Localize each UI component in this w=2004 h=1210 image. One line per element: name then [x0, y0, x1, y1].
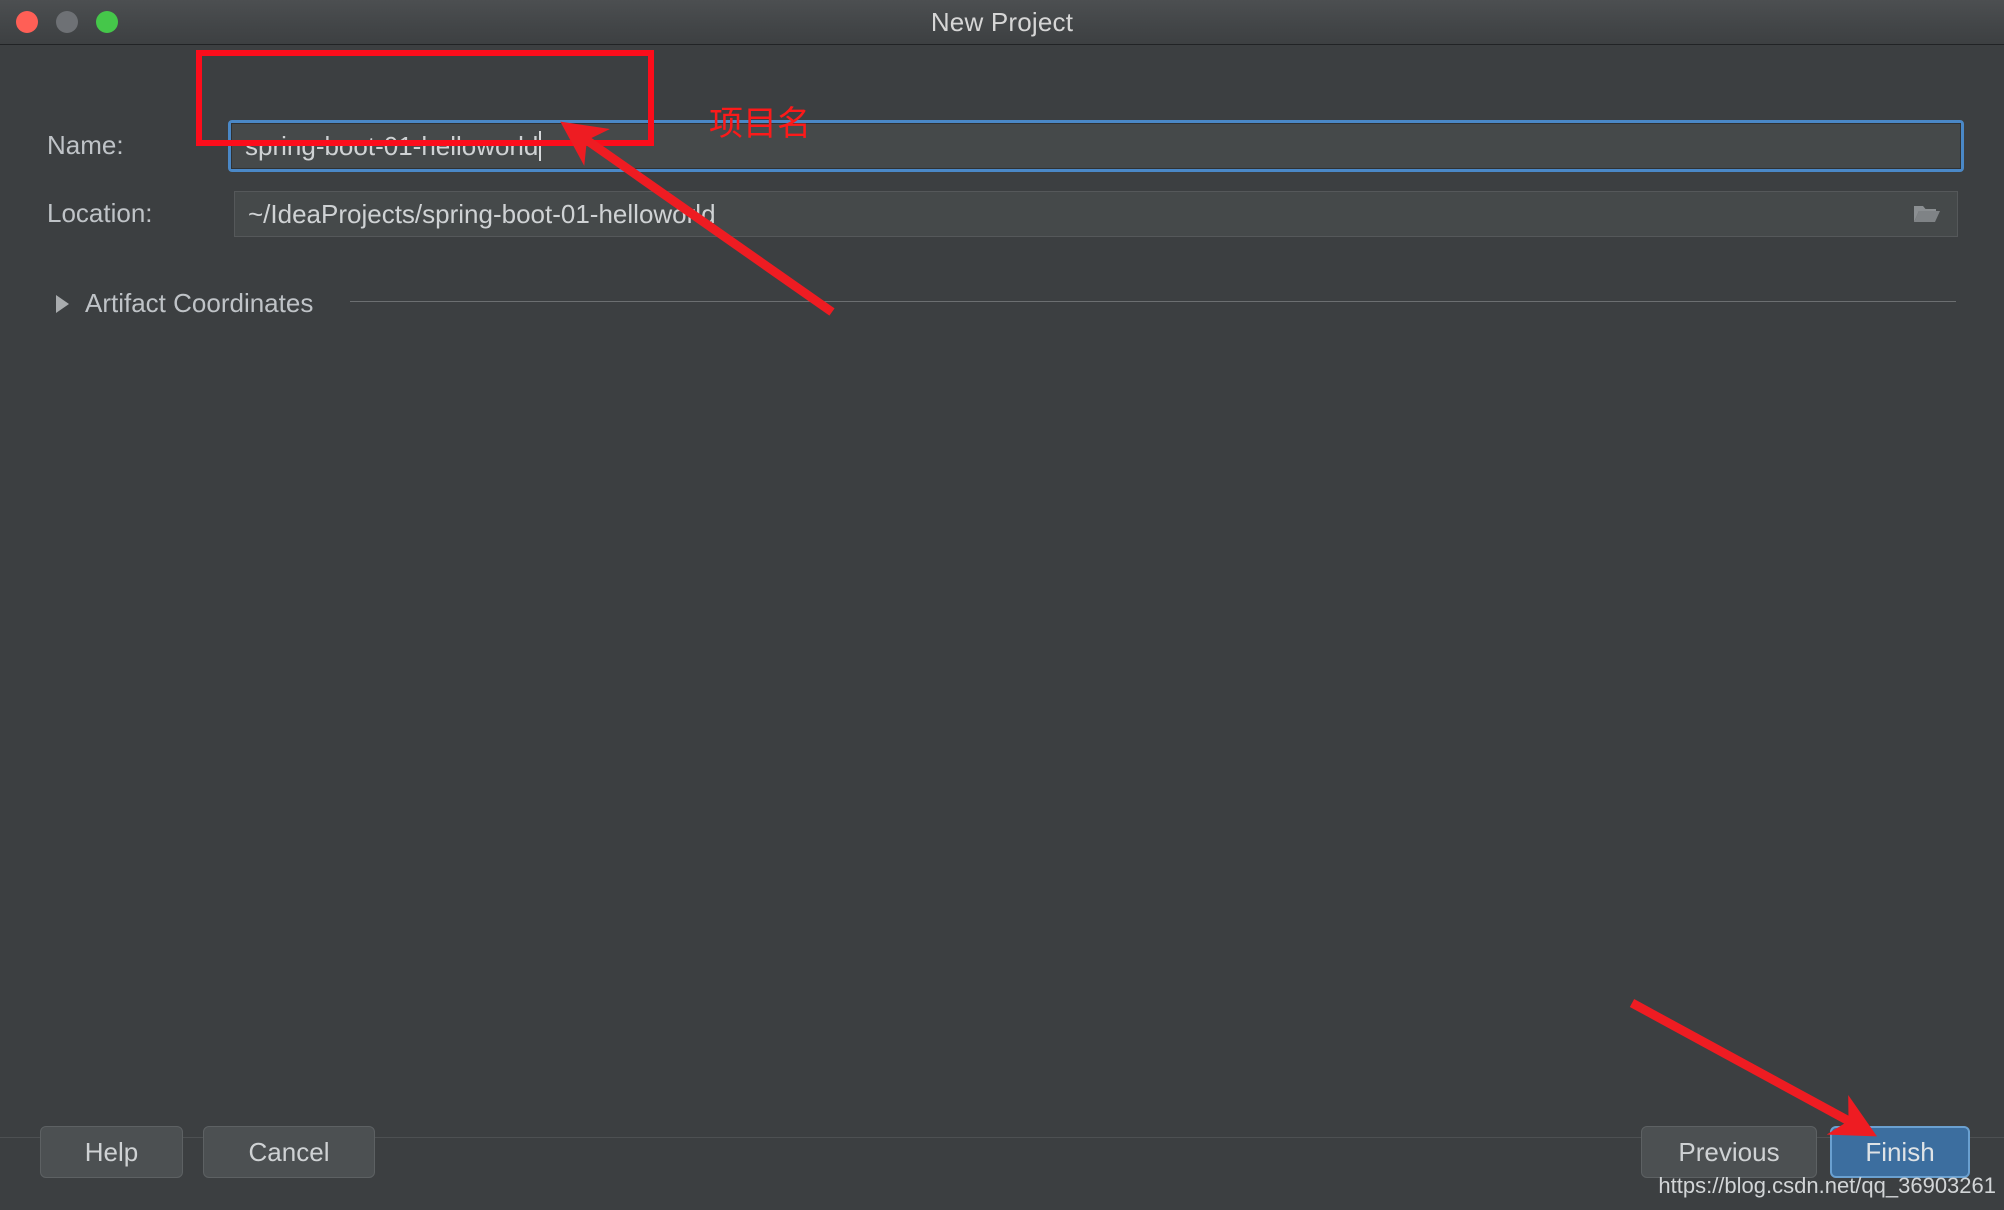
- project-name-input[interactable]: spring-boot-01-helloworld: [228, 120, 1964, 172]
- window-titlebar: New Project: [0, 0, 2004, 45]
- dialog-content: Name: spring-boot-01-helloworld Location…: [0, 45, 2004, 1160]
- watermark: https://blog.csdn.net/qq_36903261: [1658, 1173, 1996, 1198]
- previous-button[interactable]: Previous: [1641, 1126, 1817, 1178]
- artifact-coordinates-label: Artifact Coordinates: [85, 288, 314, 318]
- window-title: New Project: [930, 7, 1074, 37]
- text-caret: [539, 131, 542, 161]
- project-location-value: ~/IdeaProjects/spring-boot-01-helloworld: [248, 198, 716, 229]
- new-project-dialog: New Project Name: spring-boot-01-hellowo…: [0, 0, 2004, 1210]
- project-name-input-inner[interactable]: spring-boot-01-helloworld: [231, 123, 1961, 169]
- name-label: Name:: [47, 130, 124, 160]
- annotation-project-name-note: 项目名: [709, 105, 811, 143]
- help-button[interactable]: Help: [40, 1126, 183, 1178]
- triangle-right-icon: [56, 294, 69, 313]
- project-name-value: spring-boot-01-helloworld: [245, 130, 539, 161]
- project-location-input[interactable]: ~/IdeaProjects/spring-boot-01-helloworld: [234, 191, 1958, 237]
- section-divider: [350, 301, 1956, 302]
- artifact-coordinates-section-header[interactable]: Artifact Coordinates: [56, 288, 313, 319]
- folder-icon: [1914, 206, 1940, 222]
- cancel-button[interactable]: Cancel: [203, 1126, 375, 1178]
- location-label: Location:: [47, 198, 153, 228]
- browse-location-button[interactable]: [1897, 191, 1958, 237]
- finish-button[interactable]: Finish: [1830, 1126, 1970, 1178]
